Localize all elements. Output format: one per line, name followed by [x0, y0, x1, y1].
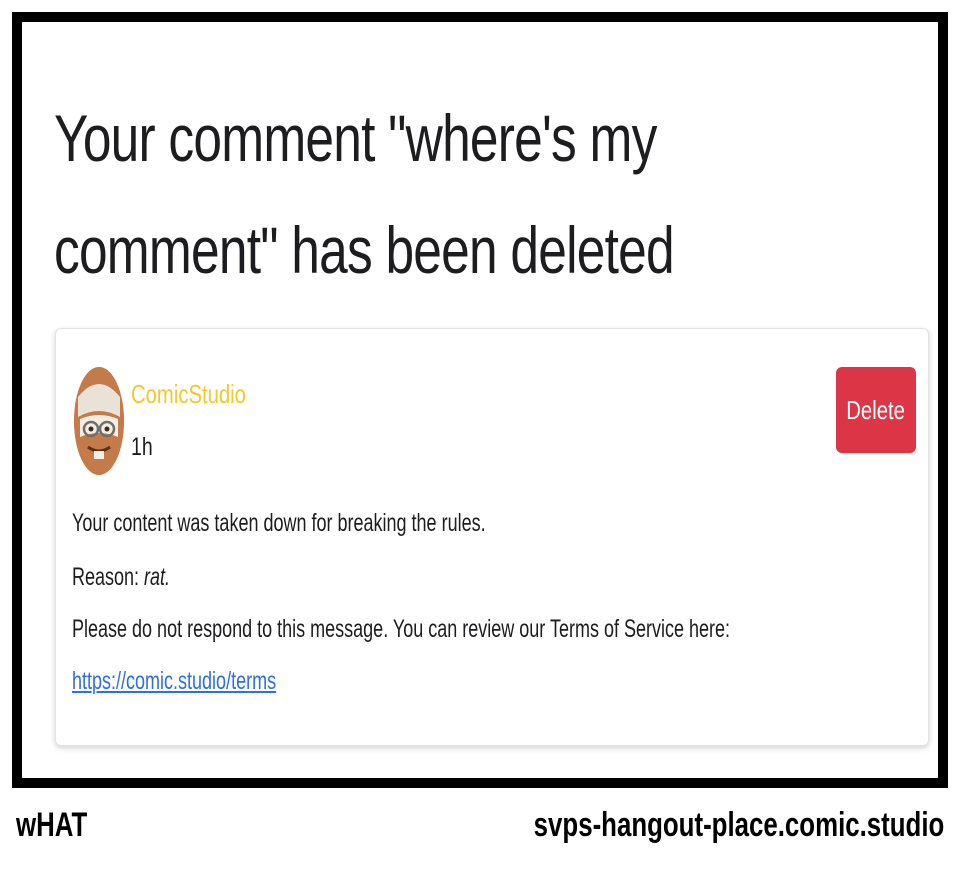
site-domain: svps-hangout-place.comic.studio: [533, 806, 944, 844]
reason-value: rat.: [144, 563, 171, 591]
reason-line: Reason: rat.: [72, 563, 170, 592]
removal-message: Your content was taken down for breaking…: [72, 509, 486, 537]
username[interactable]: ComicStudio: [131, 379, 246, 410]
delete-button[interactable]: Delete: [836, 367, 916, 453]
terms-link[interactable]: https://comic.studio/terms: [72, 667, 276, 695]
timestamp: 1h: [131, 433, 153, 461]
delete-button-label: Delete: [846, 394, 906, 425]
cookie-character-avatar-icon[interactable]: [74, 367, 124, 475]
terms-notice: Please do not respond to this message. Y…: [72, 615, 731, 643]
page-title: Your comment "where's my comment" has be…: [54, 101, 675, 287]
terms-link-line: https://comic.studio/terms: [72, 667, 276, 696]
reason-label: Reason:: [72, 563, 145, 591]
comic-panel: Your comment "where's my comment" has be…: [12, 12, 948, 788]
notification-card: ComicStudio 1h Delete Your content was t…: [55, 328, 929, 746]
comic-title: wHAT: [16, 806, 88, 844]
